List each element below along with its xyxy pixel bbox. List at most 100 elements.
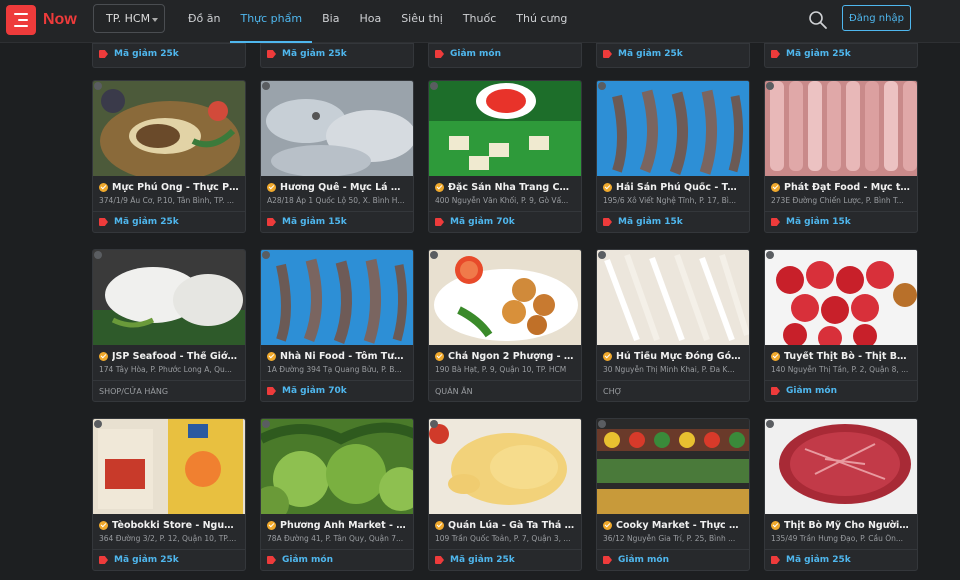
store-name: Tuyết Thịt Bò - Thịt Bò N... bbox=[784, 351, 911, 362]
tab-thuc-pham[interactable]: Thực phẩm bbox=[230, 0, 312, 43]
indicator-dot bbox=[766, 420, 774, 428]
store-thumbnail[interactable] bbox=[597, 81, 749, 176]
indicator-dot bbox=[598, 82, 606, 90]
store-card[interactable]: Hủ Tiếu Mực Đóng Gói - ... 30 Nguyễn Thị … bbox=[596, 249, 750, 402]
indicator-dot bbox=[262, 251, 270, 259]
store-card[interactable]: Đặc Sản Nha Trang Chả ... 400 Nguyễn Văn … bbox=[428, 80, 582, 233]
tab-thuoc[interactable]: Thuốc bbox=[453, 0, 506, 43]
store-title: Phương Anh Market - Đ... bbox=[261, 520, 413, 531]
category-label: SHOP/CỬA HÀNG bbox=[99, 386, 169, 396]
promo-text: Mã giảm 70k bbox=[282, 386, 347, 396]
store-thumbnail[interactable] bbox=[261, 419, 413, 514]
store-thumbnail[interactable] bbox=[261, 250, 413, 345]
store-card[interactable]: Quán Lúa - Gà Ta Thả Vư... 109 Trần Quốc … bbox=[428, 418, 582, 571]
store-card[interactable]: Cooky Market - Thực Ph... 36/12 Nguyễn Gi… bbox=[596, 418, 750, 571]
promo-label: Mã giảm 25k bbox=[597, 44, 749, 64]
search-icon[interactable] bbox=[808, 10, 828, 30]
store-name: JSP Seafood - Thế Giới M... bbox=[112, 351, 239, 362]
promo-label: Giảm món bbox=[429, 44, 581, 64]
thumbnail-image bbox=[765, 81, 917, 176]
store-address: 109 Trần Quốc Toản, P. 7, Quận 3, ... bbox=[435, 534, 571, 543]
store-card[interactable]: Tuyết Thịt Bò - Thịt Bò N... 140 Nguyễn T… bbox=[764, 249, 918, 402]
store-card[interactable]: Phương Anh Market - Đ... 78A Đường 41, P.… bbox=[260, 418, 414, 571]
thumbnail-image bbox=[93, 250, 245, 345]
card-partial[interactable]: Giảm món bbox=[428, 43, 582, 68]
store-thumbnail[interactable] bbox=[765, 81, 917, 176]
tab-bia[interactable]: Bia bbox=[312, 0, 349, 43]
store-address: 78A Đường 41, P. Tân Quy, Quận 7... bbox=[267, 534, 404, 543]
store-card[interactable]: Mực Phú Ông - Thực Ph... 374/1/9 Âu Cơ, P… bbox=[92, 80, 246, 233]
store-card[interactable]: Phát Đạt Food - Mực tư... 273E Đường Chiế… bbox=[764, 80, 918, 233]
tab-hoa[interactable]: Hoa bbox=[349, 0, 391, 43]
tag-icon bbox=[603, 556, 612, 564]
store-card[interactable]: Chả Ngon 2 Phượng - Ch... 190 Bà Hạt, P. … bbox=[428, 249, 582, 402]
card-partial[interactable]: Mã giảm 25k bbox=[596, 43, 750, 68]
brand-logo[interactable]: Now bbox=[43, 11, 77, 29]
tag-icon bbox=[435, 556, 444, 564]
verified-icon bbox=[771, 352, 780, 361]
thumbnail-image bbox=[765, 419, 917, 514]
tag-icon bbox=[603, 50, 612, 58]
tab-sieu-thi[interactable]: Siêu thị bbox=[391, 0, 453, 43]
promo-text: Mã giảm 15k bbox=[282, 217, 347, 227]
promo-label: Mã giảm 15k bbox=[765, 212, 917, 232]
store-thumbnail[interactable] bbox=[93, 250, 245, 345]
store-thumbnail[interactable] bbox=[765, 419, 917, 514]
tag-icon bbox=[267, 556, 276, 564]
promo-label: Mã giảm 25k bbox=[93, 212, 245, 232]
tab-thu-cung[interactable]: Thú cưng bbox=[506, 0, 577, 43]
tag-icon bbox=[267, 50, 276, 58]
store-name: Quán Lúa - Gà Ta Thả Vư... bbox=[448, 520, 575, 531]
thumbnail-image bbox=[429, 81, 581, 176]
promo-text: Giảm món bbox=[618, 555, 670, 565]
verified-icon bbox=[267, 352, 276, 361]
store-address: 174 Tây Hòa, P. Phước Long A, Qu... bbox=[99, 365, 232, 374]
store-name: Hương Quê - Mực Lá & ... bbox=[280, 182, 407, 193]
tag-icon bbox=[771, 556, 780, 564]
store-thumbnail[interactable] bbox=[261, 81, 413, 176]
tag-icon bbox=[435, 50, 444, 58]
store-thumbnail[interactable] bbox=[429, 81, 581, 176]
tab-do-an[interactable]: Đồ ăn bbox=[178, 0, 230, 43]
store-thumbnail[interactable] bbox=[93, 81, 245, 176]
store-name: Tèobokki Store - Nguyê... bbox=[112, 520, 239, 531]
menu-icon[interactable] bbox=[6, 5, 36, 35]
store-card[interactable]: Tèobokki Store - Nguyê... 364 Đường 3/2, … bbox=[92, 418, 246, 571]
store-card[interactable]: Nhà Ni Food - Tôm Tươi ... 1A Đường 394 T… bbox=[260, 249, 414, 402]
store-thumbnail[interactable] bbox=[765, 250, 917, 345]
card-partial[interactable]: Mã giảm 25k bbox=[92, 43, 246, 68]
store-title: JSP Seafood - Thế Giới M... bbox=[93, 351, 245, 362]
login-button[interactable]: Đăng nhập bbox=[842, 5, 911, 31]
promo-label: Mã giảm 70k bbox=[261, 381, 413, 401]
store-title: Hủ Tiếu Mực Đóng Gói - ... bbox=[597, 351, 749, 362]
store-card[interactable]: JSP Seafood - Thế Giới M... 174 Tây Hòa, … bbox=[92, 249, 246, 402]
store-thumbnail[interactable] bbox=[429, 419, 581, 514]
verified-icon bbox=[603, 183, 612, 192]
tag-icon bbox=[99, 50, 108, 58]
card-partial[interactable]: Mã giảm 25k bbox=[260, 43, 414, 68]
store-name: Cooky Market - Thực Ph... bbox=[616, 520, 743, 531]
store-address: 364 Đường 3/2, P. 12, Quận 10, TP.... bbox=[99, 534, 237, 543]
store-address: 36/12 Nguyễn Gia Trí, P. 25, Bình ... bbox=[603, 534, 736, 543]
promo-label: Giảm món bbox=[765, 381, 917, 401]
store-thumbnail[interactable] bbox=[597, 250, 749, 345]
store-thumbnail[interactable] bbox=[93, 419, 245, 514]
store-card[interactable]: Thịt Bò Mỹ Cho Người S... 135/49 Trần Hưn… bbox=[764, 418, 918, 571]
store-thumbnail[interactable] bbox=[429, 250, 581, 345]
promo-label: Mã giảm 70k bbox=[429, 212, 581, 232]
store-card[interactable]: Hải Sản Phú Quốc - Tôm ... 195/6 Xô Viết … bbox=[596, 80, 750, 233]
store-thumbnail[interactable] bbox=[597, 419, 749, 514]
category-label: CHỢ bbox=[603, 386, 622, 396]
store-address: 135/49 Trần Hưng Đạo, P. Cầu Ôn... bbox=[771, 534, 904, 543]
promo-label: Mã giảm 15k bbox=[261, 212, 413, 232]
store-name: Phương Anh Market - Đ... bbox=[280, 520, 407, 531]
store-card[interactable]: Hương Quê - Mực Lá & ... A28/18 Ấp 1 Quốc… bbox=[260, 80, 414, 233]
promo-text: Mã giảm 25k bbox=[786, 555, 851, 565]
promo-text: Mã giảm 25k bbox=[618, 49, 683, 59]
promo-text: Mã giảm 15k bbox=[786, 217, 851, 227]
promo-text: Mã giảm 25k bbox=[114, 49, 179, 59]
city-select[interactable]: TP. HCM bbox=[93, 4, 165, 33]
promo-label: Mã giảm 25k bbox=[261, 44, 413, 64]
card-partial[interactable]: Mã giảm 25k bbox=[764, 43, 918, 68]
indicator-dot bbox=[262, 82, 270, 90]
